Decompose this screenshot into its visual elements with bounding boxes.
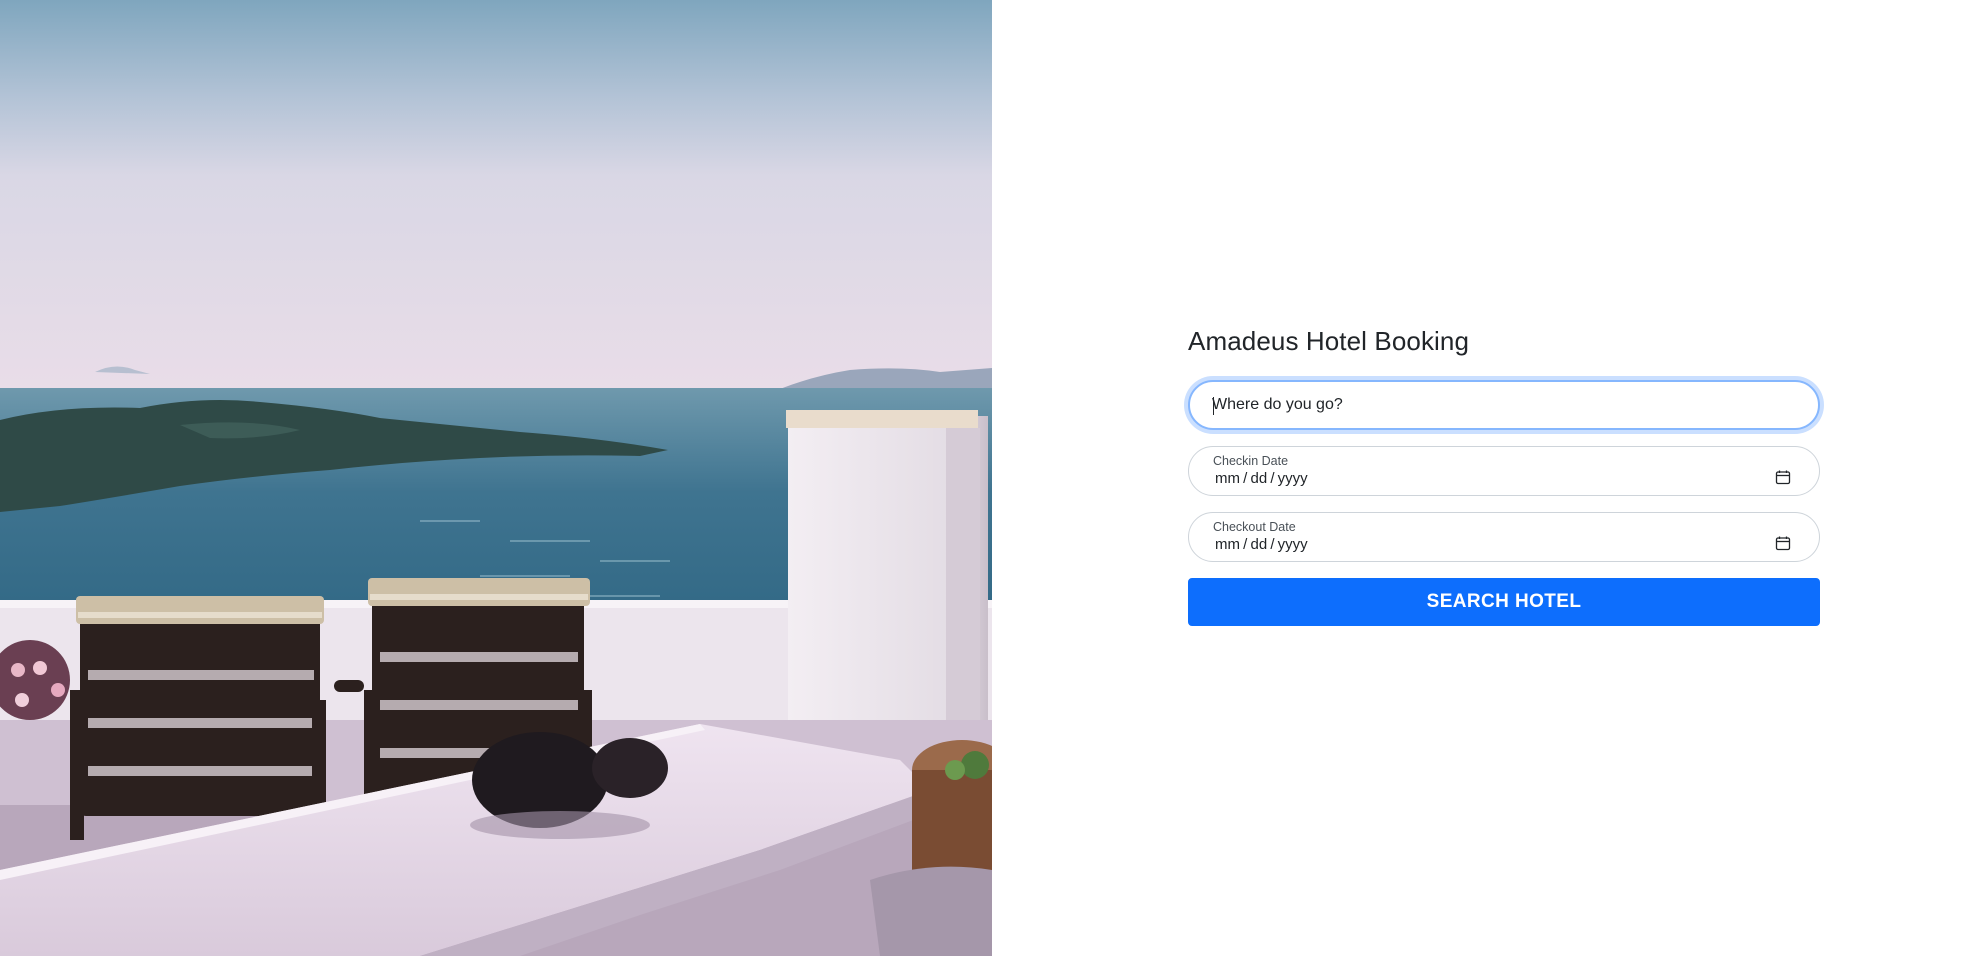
hotel-search-form: Amadeus Hotel Booking Checkin Date mm / … <box>1188 322 1820 626</box>
checkout-date-input[interactable]: mm / dd / yyyy <box>1215 536 1308 553</box>
checkin-date-label: Checkin Date <box>1213 454 1289 468</box>
destination-input[interactable] <box>1212 382 1792 428</box>
booking-panel: Amadeus Hotel Booking Checkin Date mm / … <box>992 0 1984 956</box>
checkout-date-field[interactable]: Checkout Date mm / dd / yyyy <box>1188 512 1820 562</box>
checkin-date-field[interactable]: Checkin Date mm / dd / yyyy <box>1188 446 1820 496</box>
page: Amadeus Hotel Booking Checkin Date mm / … <box>0 0 1984 956</box>
destination-field[interactable] <box>1188 380 1820 430</box>
calendar-icon[interactable] <box>1775 469 1791 485</box>
calendar-icon[interactable] <box>1775 535 1791 551</box>
text-cursor <box>1213 397 1214 415</box>
page-title: Amadeus Hotel Booking <box>1188 326 1470 356</box>
checkout-date-label: Checkout Date <box>1213 520 1296 534</box>
search-hotel-button[interactable]: SEARCH HOTEL <box>1188 578 1820 626</box>
hero-image <box>0 0 992 956</box>
checkin-date-input[interactable]: mm / dd / yyyy <box>1215 470 1308 487</box>
terrace-sea-view-image <box>0 0 992 956</box>
